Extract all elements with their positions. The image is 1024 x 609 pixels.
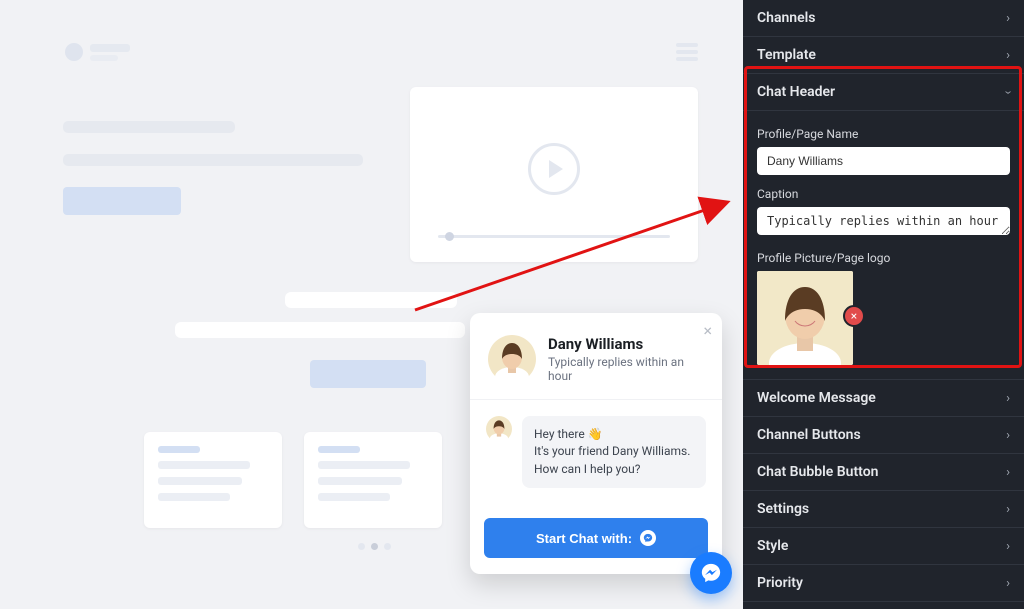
section-template[interactable]: Template › — [743, 37, 1024, 74]
hamburger-icon — [676, 43, 698, 61]
mock-button — [310, 360, 426, 388]
mock-text-line — [63, 121, 235, 133]
section-channel-buttons[interactable]: Channel Buttons › — [743, 417, 1024, 454]
mock-text-line — [90, 55, 118, 61]
chevron-right-icon: › — [1006, 11, 1010, 26]
mock-card — [144, 432, 282, 528]
section-channels[interactable]: Channels › — [743, 0, 1024, 37]
mock-text-line — [63, 154, 363, 166]
chat-caption: Typically replies within an hour — [548, 355, 704, 383]
mock-text-line — [285, 292, 457, 308]
section-label: Style — [757, 538, 788, 554]
chat-avatar — [488, 335, 536, 383]
section-welcome-message[interactable]: Welcome Message › — [743, 380, 1024, 417]
chat-profile-name: Dany Williams — [548, 335, 704, 353]
chevron-right-icon: › — [1006, 465, 1010, 480]
section-label: Welcome Message — [757, 390, 876, 406]
chevron-right-icon: › — [1006, 428, 1010, 443]
mock-video-knob — [445, 232, 454, 241]
mock-text-line — [175, 322, 465, 338]
chevron-right-icon: › — [1006, 48, 1010, 63]
mock-card — [304, 432, 442, 528]
section-priority[interactable]: Priority › — [743, 565, 1024, 602]
section-label: Chat Bubble Button — [757, 464, 878, 480]
section-chat-bubble-button[interactable]: Chat Bubble Button › — [743, 454, 1024, 491]
close-icon[interactable]: × — [703, 321, 712, 340]
section-label: Settings — [757, 501, 809, 517]
mock-button — [63, 187, 181, 215]
chevron-down-icon: › — [1001, 90, 1016, 94]
chevron-right-icon: › — [1006, 539, 1010, 554]
section-chat-header[interactable]: Chat Header › — [743, 74, 1024, 111]
profile-name-label: Profile/Page Name — [757, 127, 1010, 141]
welcome-line-2: It's your friend Dany Williams. How can … — [534, 444, 690, 475]
settings-panel: Channels › Template › Chat Header › Prof… — [743, 0, 1024, 609]
section-style[interactable]: Style › — [743, 528, 1024, 565]
section-label: Channel Buttons — [757, 427, 861, 443]
caption-label: Caption — [757, 187, 1010, 201]
site-preview-pane: × Dany Williams Typically replies within… — [0, 0, 743, 609]
section-label: Chat Header — [757, 84, 835, 100]
start-chat-label: Start Chat with: — [536, 531, 632, 546]
welcome-message: Hey there 👋 It's your friend Dany Willia… — [486, 416, 706, 488]
profile-picture-label: Profile Picture/Page logo — [757, 251, 1010, 265]
mock-text-line — [90, 44, 130, 52]
chat-widget: × Dany Williams Typically replies within… — [470, 313, 722, 574]
play-icon — [528, 143, 580, 195]
messenger-icon — [640, 530, 656, 546]
profile-name-input[interactable] — [757, 147, 1010, 175]
remove-image-button[interactable]: × — [843, 305, 865, 327]
start-chat-button[interactable]: Start Chat with: — [484, 518, 708, 558]
chat-bubble-fab[interactable] — [690, 552, 732, 594]
welcome-line-1: Hey there 👋 — [534, 427, 603, 441]
section-label: Template — [757, 47, 816, 63]
chevron-right-icon: › — [1006, 576, 1010, 591]
chevron-right-icon: › — [1006, 502, 1010, 517]
profile-picture-thumbnail[interactable] — [757, 271, 853, 365]
section-label: Channels — [757, 10, 816, 26]
mock-video-card — [410, 87, 698, 262]
mock-avatar — [65, 43, 83, 61]
section-settings[interactable]: Settings › — [743, 491, 1024, 528]
chat-header: Dany Williams Typically replies within a… — [470, 313, 722, 399]
carousel-dots — [358, 543, 391, 550]
chevron-right-icon: › — [1006, 391, 1010, 406]
chat-header-body: Profile/Page Name Caption Profile Pictur… — [743, 111, 1024, 380]
section-label: Priority — [757, 575, 803, 591]
chat-avatar-small — [486, 416, 512, 442]
caption-input[interactable] — [757, 207, 1010, 235]
mock-video-track — [438, 235, 670, 238]
